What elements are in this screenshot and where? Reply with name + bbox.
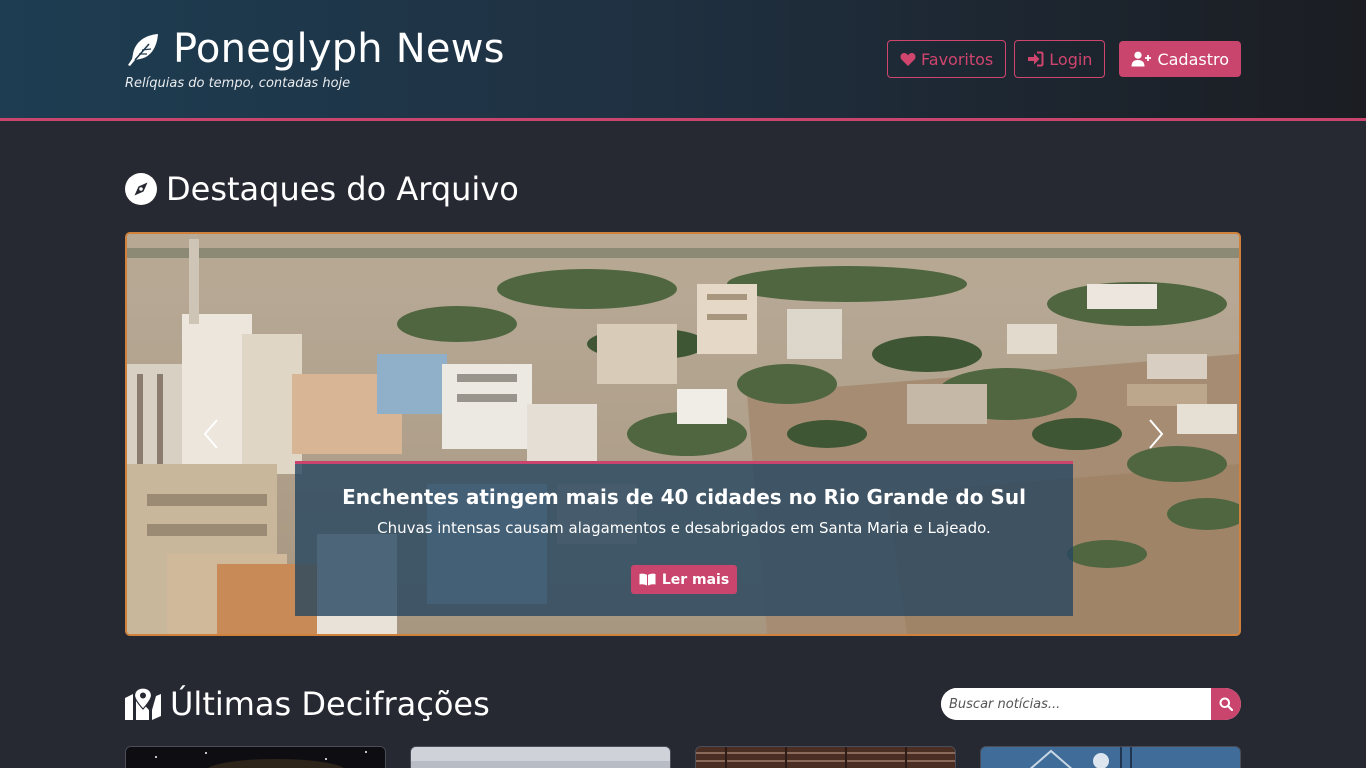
search-icon — [1219, 697, 1233, 711]
card-thumbnail — [126, 747, 385, 768]
brand[interactable]: Poneglyph News Relíquias do tempo, conta… — [125, 26, 505, 91]
read-more-button[interactable]: Ler mais — [630, 565, 738, 594]
favorites-label: Favoritos — [921, 49, 994, 69]
signup-button[interactable]: Cadastro — [1119, 41, 1241, 77]
slide-headline: Enchentes atingem mais de 40 cidades no … — [342, 485, 1026, 509]
feather-icon — [128, 34, 158, 66]
latest-title: Últimas Decifrações — [170, 685, 490, 723]
latest-heading: Últimas Decifrações — [125, 685, 490, 723]
news-card[interactable] — [980, 746, 1241, 768]
site-tagline: Relíquias do tempo, contadas hoje — [125, 76, 351, 91]
news-search — [941, 688, 1241, 720]
search-input[interactable] — [941, 688, 1211, 720]
highlights-heading: Destaques do Arquivo — [125, 170, 519, 208]
card-thumbnail — [981, 747, 1240, 768]
site-header: Poneglyph News Relíquias do tempo, conta… — [0, 0, 1366, 121]
carousel-next-button[interactable] — [1146, 418, 1166, 450]
login-label: Login — [1049, 49, 1093, 69]
slide-summary: Chuvas intensas causam alagamentos e des… — [377, 519, 991, 537]
signup-label: Cadastro — [1157, 49, 1229, 69]
heart-icon — [900, 52, 916, 66]
compass-icon — [125, 173, 157, 205]
card-thumbnail — [696, 747, 955, 768]
news-card[interactable] — [410, 746, 671, 768]
highlights-title: Destaques do Arquivo — [166, 170, 519, 208]
read-more-label: Ler mais — [661, 571, 730, 588]
login-button[interactable]: Login — [1014, 40, 1106, 78]
search-button[interactable] — [1211, 688, 1241, 720]
sign-in-icon — [1028, 51, 1044, 67]
highlights-carousel[interactable]: Enchentes atingem mais de 40 cidades no … — [125, 232, 1241, 636]
map-marker-icon — [125, 688, 161, 720]
carousel-prev-button[interactable] — [201, 418, 221, 450]
favorites-button[interactable]: Favoritos — [887, 40, 1007, 78]
carousel-caption: Enchentes atingem mais de 40 cidades no … — [295, 461, 1073, 616]
header-actions: Favoritos Login Cadastro — [887, 40, 1241, 78]
news-card[interactable] — [125, 746, 386, 768]
user-plus-icon — [1131, 51, 1152, 67]
site-title: Poneglyph News — [173, 26, 505, 72]
card-thumbnail — [411, 747, 670, 768]
news-card[interactable] — [695, 746, 956, 768]
book-open-icon — [639, 573, 656, 586]
